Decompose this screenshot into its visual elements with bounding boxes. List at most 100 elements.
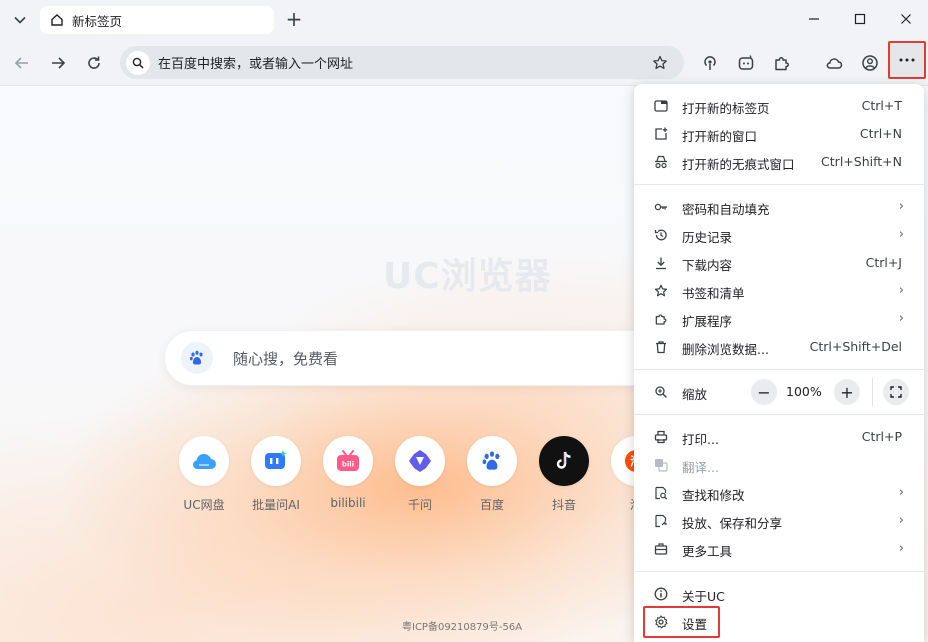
new-tab-button[interactable]: +	[282, 8, 306, 32]
qianwen-icon	[409, 450, 431, 472]
shortcut-uc-drive[interactable]: UC网盘	[174, 436, 234, 513]
shortcut-bilibili[interactable]: bili bilibili	[318, 436, 378, 510]
chevron-down-icon	[14, 16, 26, 24]
menu-separator	[634, 369, 924, 370]
reload-button[interactable]	[80, 49, 108, 77]
main-menu-button[interactable]	[888, 41, 926, 79]
shortcut-batch-ai[interactable]: 批量问AI	[246, 436, 306, 513]
forward-button[interactable]	[44, 49, 72, 77]
ai-assistant-button[interactable]	[733, 50, 759, 76]
maximize-button[interactable]	[842, 5, 878, 33]
arrow-right-icon	[52, 57, 66, 69]
menu-item-history[interactable]: 历史记录 ›	[634, 221, 924, 249]
find-icon	[655, 486, 668, 500]
menu-item-zoom: 缩放	[634, 378, 924, 406]
menu-item-cast-save-share[interactable]: 投放、保存和分享 ›	[634, 507, 924, 535]
menu-separator	[634, 571, 924, 572]
menu-item-extensions[interactable]: 扩展程序 ›	[634, 305, 924, 333]
menu-item-translate[interactable]: 翻译...	[634, 451, 924, 479]
cloud-icon	[826, 58, 843, 69]
zoom-level: 100%	[786, 384, 822, 399]
menu-item-print[interactable]: 打印... Ctrl+P	[634, 423, 924, 451]
new-tab-icon	[654, 100, 668, 112]
shortcut-qianwen[interactable]: 千问	[390, 436, 450, 513]
new-window-icon	[655, 127, 668, 140]
settings-highlight-box	[643, 606, 720, 638]
tab-title: 新标签页	[72, 13, 123, 29]
chevron-right-icon: ›	[898, 513, 904, 528]
translate-icon	[655, 459, 668, 472]
menu-item-passwords[interactable]: 密码和自动填充 ›	[634, 193, 924, 221]
menu-item-find[interactable]: 查找和修改 ›	[634, 479, 924, 507]
menu-item-new-window[interactable]: 打开新的窗口 Ctrl+N	[634, 120, 924, 148]
menu-separator	[634, 184, 924, 185]
page-search-box[interactable]: 随心搜，免费看	[164, 330, 684, 386]
chevron-right-icon: ›	[898, 541, 904, 556]
incognito-icon	[655, 155, 667, 169]
icp-footer[interactable]: 粤ICP备09210879号-56A	[402, 618, 522, 633]
baidu-icon	[482, 451, 500, 470]
tab-new-tab[interactable]: 新标签页	[40, 6, 274, 34]
minimize-button[interactable]	[796, 5, 832, 33]
menu-item-more-tools[interactable]: 更多工具 ›	[634, 535, 924, 563]
puzzle-icon	[655, 314, 667, 325]
key-icon	[654, 203, 667, 211]
arrow-left-icon	[14, 57, 28, 69]
chevron-right-icon: ›	[898, 199, 904, 214]
menu-item-downloads[interactable]: 下载内容 Ctrl+J	[634, 249, 924, 277]
menu-item-new-tab[interactable]: 打开新的标签页 Ctrl+T	[634, 92, 924, 120]
broadcast-icon	[704, 56, 716, 70]
zoom-out-button[interactable]: −	[751, 379, 777, 405]
cast-icon	[655, 514, 667, 528]
toolbox-icon	[654, 543, 668, 555]
cloud-drive-icon	[193, 454, 216, 469]
chevron-right-icon: ›	[898, 283, 904, 298]
address-bar-placeholder: 在百度中搜索，或者输入一个网址	[158, 57, 354, 72]
toolbar: 在百度中搜索，或者输入一个网址	[0, 40, 928, 86]
cast-button[interactable]	[697, 50, 723, 76]
menu-item-clear-data[interactable]: 删除浏览数据... Ctrl+Shift+Del	[634, 333, 924, 361]
history-icon	[654, 229, 667, 241]
menu-item-incognito[interactable]: 打开新的无痕式窗口 Ctrl+Shift+N	[634, 148, 924, 176]
fullscreen-icon	[890, 386, 902, 398]
reload-icon	[88, 56, 100, 69]
trash-icon	[656, 341, 666, 354]
shortcut-douyin[interactable]: 抖音	[534, 436, 594, 513]
uc-brand-wordmark: UC浏览器	[383, 256, 552, 297]
home-icon	[51, 14, 63, 26]
menu-item-about[interactable]: 关于UC	[634, 580, 924, 608]
close-window-button[interactable]	[888, 5, 924, 33]
bilibili-icon: bili	[337, 450, 359, 471]
avatar-icon	[862, 55, 878, 71]
address-bar[interactable]: 在百度中搜索，或者输入一个网址	[120, 46, 684, 79]
profile-button[interactable]	[857, 50, 883, 76]
info-icon	[654, 587, 668, 601]
menu-item-bookmarks[interactable]: 书签和清单 ›	[634, 277, 924, 305]
star-icon	[653, 55, 667, 70]
baidu-engine-icon[interactable]	[181, 342, 213, 374]
star-icon	[654, 284, 668, 297]
shortcut-baidu[interactable]: 百度	[462, 436, 522, 513]
print-icon	[654, 430, 668, 444]
menu-separator	[634, 414, 924, 415]
minimize-icon	[809, 18, 819, 20]
maximize-icon	[854, 13, 866, 25]
ai-chat-icon	[265, 450, 287, 469]
bookmark-star-button[interactable]	[650, 53, 670, 73]
zoom-divider	[872, 378, 873, 406]
ai-bot-icon	[738, 55, 754, 70]
back-button[interactable]	[8, 49, 36, 77]
tab-strip: 新标签页 +	[0, 0, 928, 40]
puzzle-icon	[775, 57, 789, 71]
close-icon	[901, 14, 911, 24]
search-icon	[126, 50, 150, 75]
main-menu: 打开新的标签页 Ctrl+T 打开新的窗口 Ctrl+N 打开新的无痕式窗口 C…	[634, 84, 924, 642]
extensions-button[interactable]	[769, 50, 795, 76]
tab-search-button[interactable]	[8, 8, 32, 32]
chevron-right-icon: ›	[898, 311, 904, 326]
fullscreen-button[interactable]	[883, 379, 909, 405]
cloud-sync-button[interactable]	[821, 50, 847, 76]
chevron-right-icon: ›	[898, 485, 904, 500]
zoom-in-button[interactable]: +	[834, 379, 860, 405]
more-horizontal-icon	[899, 58, 915, 62]
